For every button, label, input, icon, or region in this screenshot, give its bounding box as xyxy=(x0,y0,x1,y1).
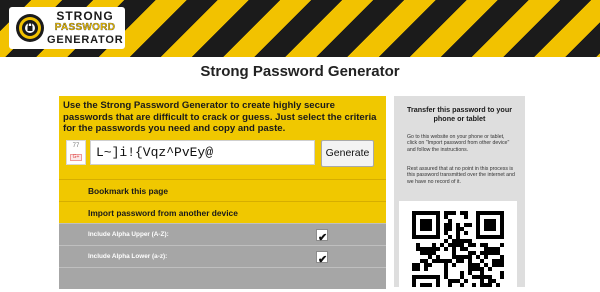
transfer-instructions: Go to this website on your phone or tabl… xyxy=(407,134,510,153)
option-alpha-lower[interactable]: Include Alpha Lower (a-z): ✔ xyxy=(59,245,386,267)
bookmark-link[interactable]: Bookmark this page xyxy=(59,179,386,201)
google-plus-icon[interactable]: G+ xyxy=(70,154,82,161)
transfer-security-note: Rest assured that at no point in this pr… xyxy=(407,166,515,185)
logo-text-password: PASSWORD xyxy=(54,22,116,33)
option-label: Include Alpha Lower (a-z): xyxy=(88,253,168,260)
option-alpha-upper[interactable]: Include Alpha Upper (A-Z): ✔ xyxy=(59,223,386,245)
logo-text-strong: STRONG xyxy=(56,9,114,23)
generate-button[interactable]: Generate xyxy=(321,140,374,167)
target-icon xyxy=(16,14,44,42)
site-header: STRONG PASSWORD GENERATOR xyxy=(0,0,600,57)
qr-code xyxy=(399,201,517,292)
seed-widget[interactable]: 77 G+ xyxy=(66,140,86,165)
seed-number: 77 xyxy=(72,143,80,149)
qr-code-icon xyxy=(412,211,504,292)
option-label: Include Alpha Upper (A-Z): xyxy=(88,231,169,238)
site-logo[interactable]: STRONG PASSWORD GENERATOR xyxy=(9,7,125,49)
options-list: Bookmark this page Import password from … xyxy=(59,179,386,289)
alpha-upper-checkbox[interactable]: ✔ xyxy=(316,229,328,244)
page-title: Strong Password Generator xyxy=(200,63,400,80)
import-password-link[interactable]: Import password from another device xyxy=(59,201,386,223)
transfer-panel: Transfer this password to your phone or … xyxy=(394,96,525,292)
option-next[interactable] xyxy=(59,267,386,289)
password-output[interactable]: L~]i!{Vqz^PvEy@ xyxy=(90,140,315,165)
transfer-title: Transfer this password to your phone or … xyxy=(406,105,513,123)
logo-text-generator: GENERATOR xyxy=(47,34,124,46)
intro-text: Use the Strong Password Generator to cre… xyxy=(63,100,377,134)
alpha-lower-checkbox[interactable]: ✔ xyxy=(316,251,328,266)
